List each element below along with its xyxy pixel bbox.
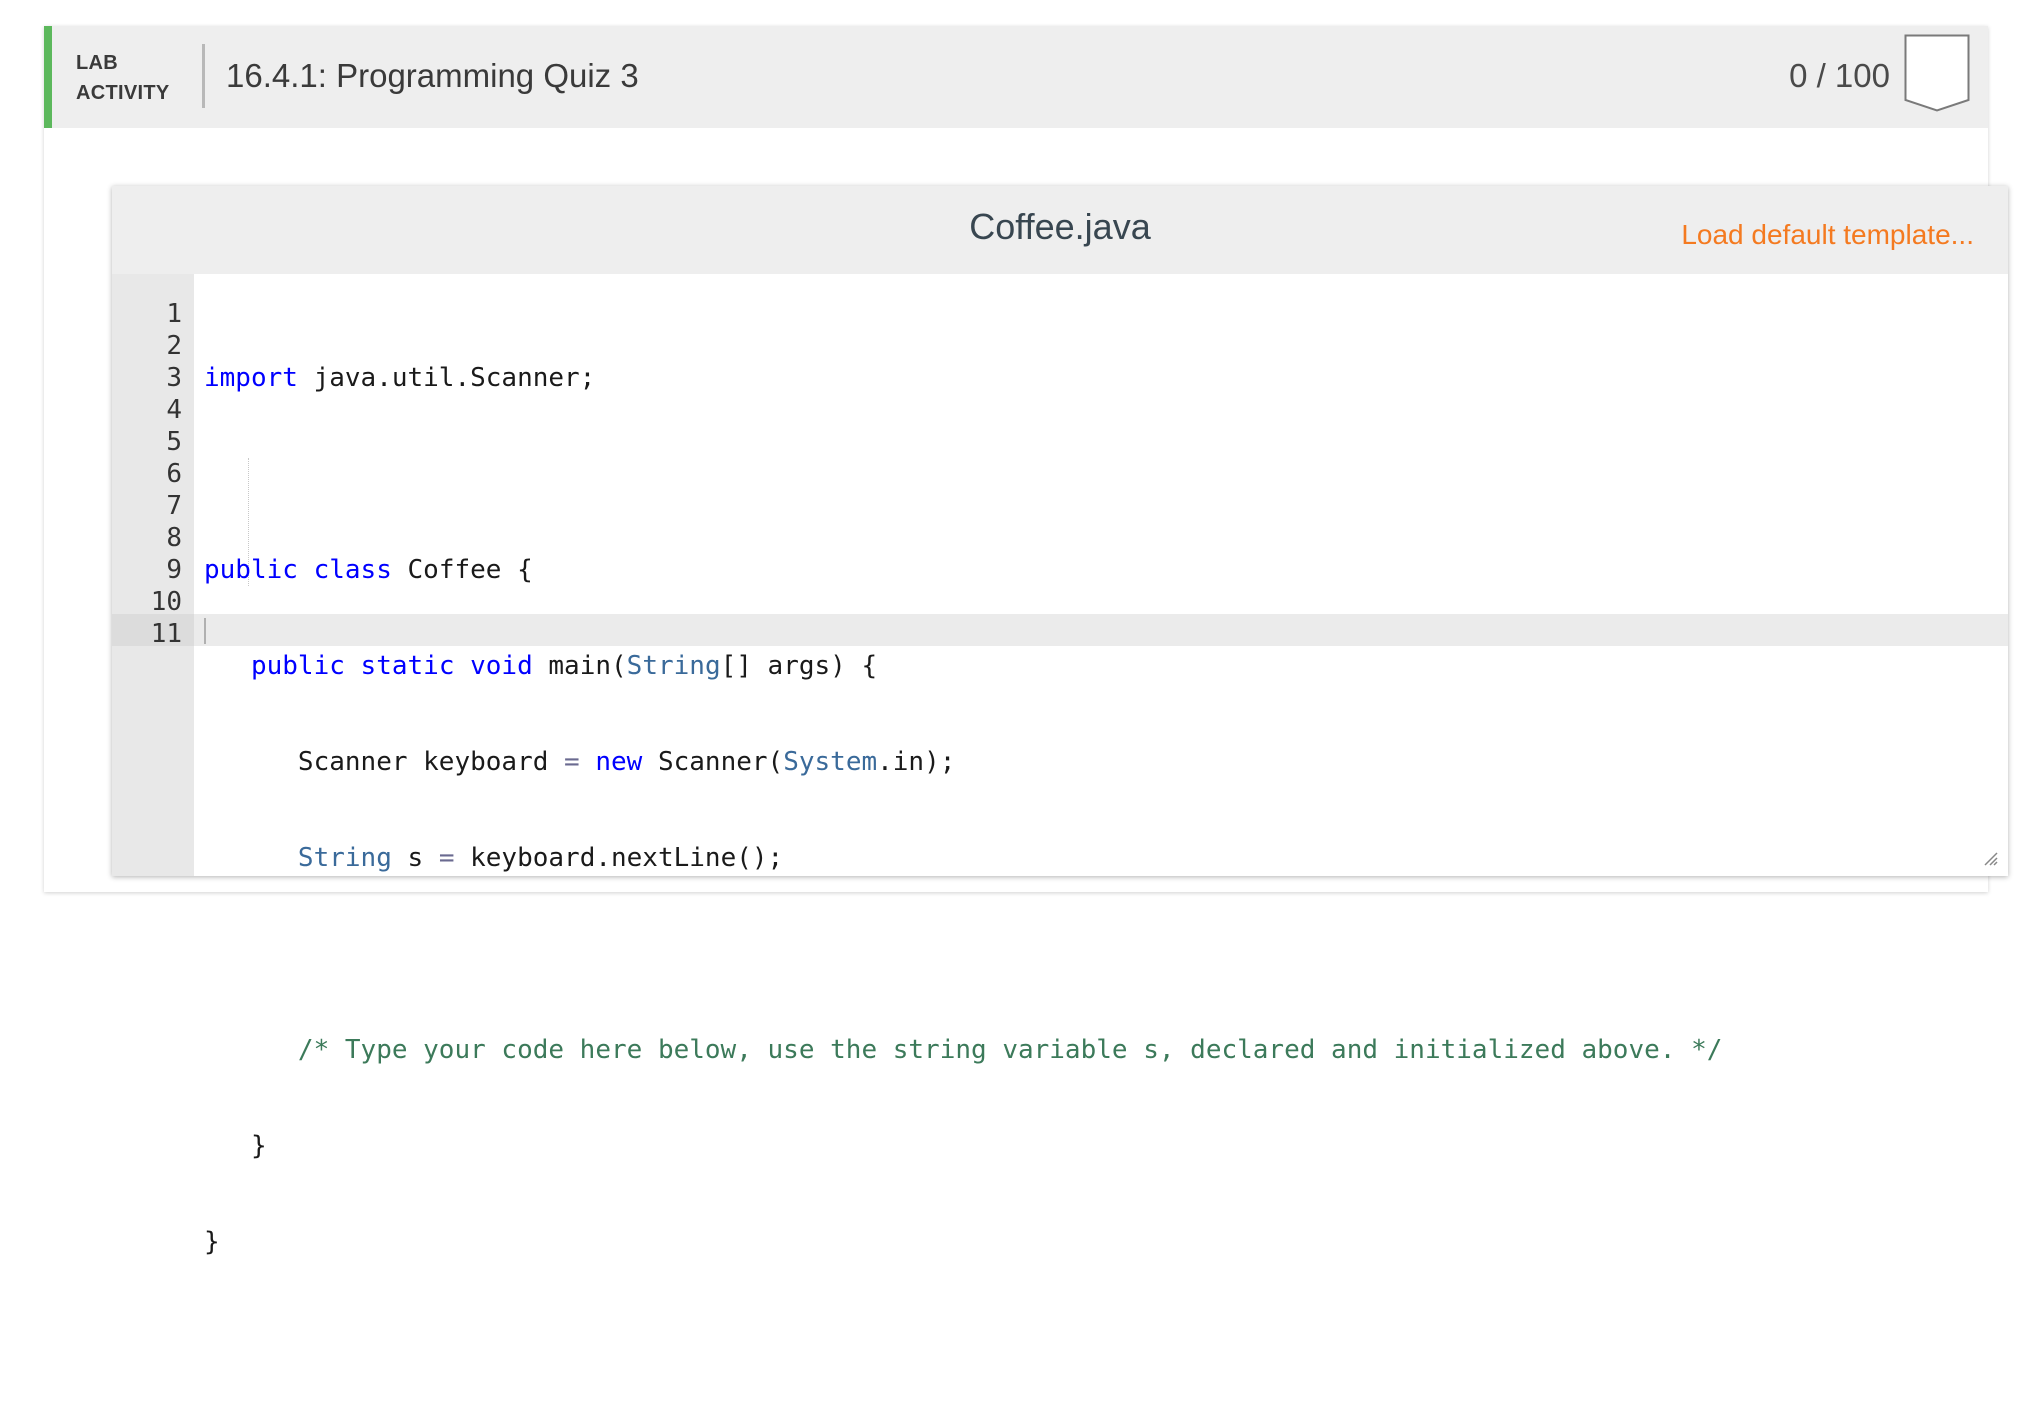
editor-header: Coffee.java Load default template... <box>112 186 2008 274</box>
code-comment: /* Type your code here below, use the st… <box>297 1035 1723 1065</box>
type-name: String <box>626 651 721 681</box>
resize-handle-icon[interactable] <box>1982 850 1998 866</box>
code-line-3: public class Coffee { <box>204 554 1722 586</box>
type-name: String <box>297 843 392 873</box>
code-content[interactable]: import java.util.Scanner; public class C… <box>204 298 1722 1418</box>
header-divider <box>202 44 205 108</box>
line-number: 3 <box>166 363 182 393</box>
code-line-8: /* Type your code here below, use the st… <box>204 1034 1722 1066</box>
keyword: import <box>204 363 298 393</box>
code-text: } <box>250 1131 267 1161</box>
score-display: 0 / 100 <box>1789 57 1890 94</box>
load-default-template-link[interactable]: Load default template... <box>1681 218 1974 252</box>
completion-badge-icon <box>1904 34 1970 112</box>
code-text: Scanner( <box>642 747 784 777</box>
code-editor: Coffee.java Load default template... 1 2… <box>112 186 2008 1257</box>
lab-activity-label: LAB ACTIVITY <box>76 48 170 108</box>
line-number: 11 <box>150 619 182 649</box>
keyword: public <box>250 651 345 681</box>
line-number: 9 <box>166 555 182 585</box>
keyword: void <box>470 651 533 681</box>
line-number: 2 <box>166 331 182 361</box>
keyword: new <box>595 747 643 777</box>
code-line-1: import java.util.Scanner; <box>204 362 1722 394</box>
activity-title: 16.4.1: Programming Quiz 3 <box>226 57 639 94</box>
code-line-4: public static void main(String[] args) { <box>204 650 1722 682</box>
line-number: 4 <box>166 395 182 425</box>
activity-header: LAB ACTIVITY 16.4.1: Programming Quiz 3 … <box>44 26 1988 128</box>
type-name: System <box>783 747 878 777</box>
line-number: 1 <box>166 299 182 329</box>
keyword: public <box>204 555 298 585</box>
code-text: } <box>204 1227 220 1257</box>
code-line-5: Scanner keyboard = new Scanner(System.in… <box>204 746 1722 778</box>
line-numbers: 1 2 3 4 5 6 7 8 9 10 11 <box>112 298 182 650</box>
code-line-9: } <box>204 1130 1722 1162</box>
code-text: main( <box>532 651 627 681</box>
keyword: static <box>360 651 455 681</box>
code-text: .in); <box>877 747 956 777</box>
code-line-6: String s = keyboard.nextLine(); <box>204 842 1722 874</box>
code-text: keyboard.nextLine(); <box>454 843 784 873</box>
lab-activity-panel: LAB ACTIVITY 16.4.1: Programming Quiz 3 … <box>44 26 2008 1257</box>
line-number: 10 <box>150 587 182 617</box>
code-text: java.util.Scanner; <box>297 363 596 393</box>
lab-label-line2: ACTIVITY <box>76 82 170 104</box>
text-cursor <box>204 618 206 644</box>
line-number: 7 <box>166 491 182 521</box>
code-line-10: } <box>204 1226 1722 1258</box>
code-text: [] args) { <box>720 651 878 681</box>
line-number: 8 <box>166 523 182 553</box>
lab-label-line1: LAB <box>76 52 119 74</box>
code-text: Scanner keyboard <box>297 747 565 777</box>
operator: = <box>438 843 455 873</box>
line-number: 6 <box>166 459 182 489</box>
code-text: s <box>391 843 439 873</box>
line-number: 5 <box>166 427 182 457</box>
code-text: Coffee { <box>391 555 533 585</box>
operator: = <box>564 747 580 777</box>
keyword: class <box>313 555 392 585</box>
